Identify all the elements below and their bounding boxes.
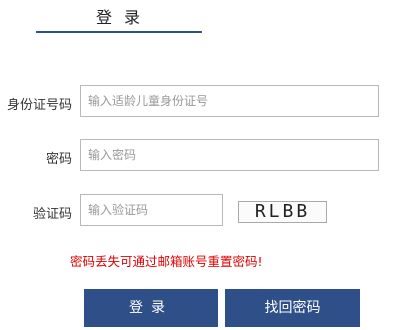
password-reset-hint: 密码丢失可通过邮箱账号重置密码! (70, 254, 263, 269)
tab-login[interactable]: 登录 (96, 4, 152, 28)
tab-underline (36, 31, 202, 33)
password-input[interactable]: 输入密码 (80, 139, 379, 171)
captcha-image[interactable]: RLBB (238, 201, 327, 223)
recover-password-button[interactable]: 找回密码 (225, 289, 360, 327)
captcha-label: 验证码 (32, 207, 72, 222)
captcha-input[interactable]: 输入验证码 (80, 194, 223, 226)
id-number-input[interactable]: 输入适龄儿童身份证号 (80, 85, 379, 117)
login-page: 登录 身份证号码 输入适龄儿童身份证号 密码 输入密码 验证码 输入验证码 RL… (0, 0, 403, 330)
login-button[interactable]: 登录 (84, 289, 218, 327)
id-number-label: 身份证号码 (6, 98, 72, 113)
password-label: 密码 (45, 152, 72, 167)
